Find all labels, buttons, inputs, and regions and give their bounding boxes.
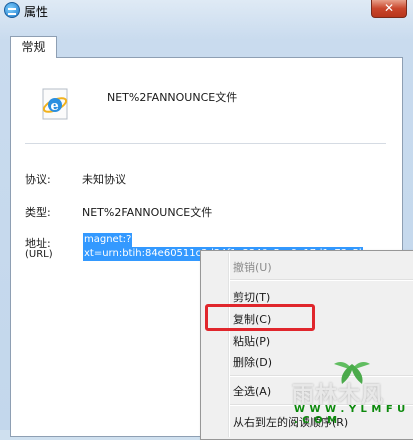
menu-separator (230, 279, 413, 281)
menu-item-select-all[interactable]: 全选(A) (233, 383, 271, 399)
divider (25, 143, 386, 144)
properties-window: 属性 ✕ 常规 e NET%2FANNOUNCE文件 协议: 未知协议 类型: … (0, 0, 413, 440)
menu-item-delete[interactable]: 删除(D) (233, 354, 272, 370)
type-value: NET%2FANNOUNCE文件 (82, 206, 213, 219)
file-name: NET%2FANNOUNCE文件 (107, 91, 238, 104)
window-title: 属性 (24, 5, 49, 19)
menu-item-paste[interactable]: 粘贴(P) (233, 333, 270, 349)
copy-highlight-box (205, 304, 315, 331)
address-line-1: magnet:? (83, 233, 133, 247)
protocol-value: 未知协议 (82, 173, 126, 186)
close-icon: ✕ (383, 1, 395, 15)
menu-item-cut[interactable]: 剪切(T) (233, 289, 270, 305)
browser-app-icon (4, 2, 20, 18)
ie-file-icon: e (42, 88, 68, 120)
menu-item-undo[interactable]: 撤销(U) (233, 259, 272, 275)
tab-general[interactable]: 常规 (10, 36, 57, 58)
watermark-url: W W W . Y L M F U . C O M (294, 404, 406, 426)
type-label: 类型: (25, 206, 51, 219)
svg-text:e: e (51, 99, 59, 114)
protocol-label: 协议: (25, 173, 51, 186)
address-url-label: (URL) (25, 249, 53, 260)
close-button[interactable]: ✕ (371, 0, 407, 18)
title-bar[interactable]: 属性 ✕ (0, 0, 413, 22)
